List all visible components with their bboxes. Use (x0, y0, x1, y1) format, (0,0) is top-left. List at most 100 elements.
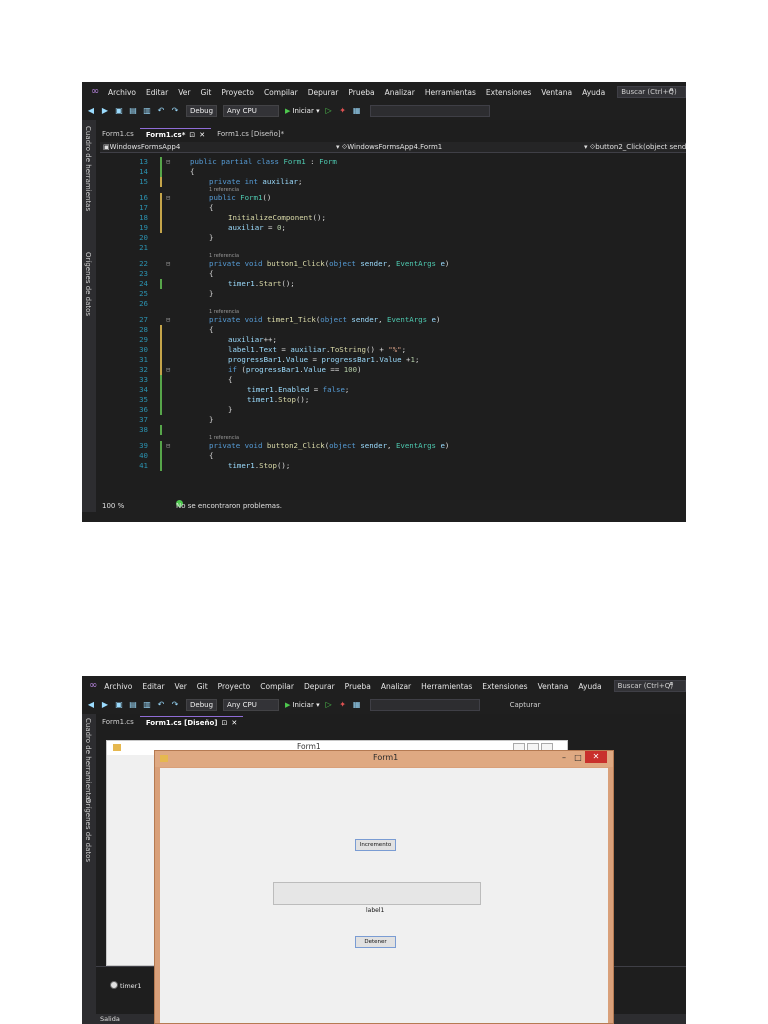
code-line[interactable]: 39 ⊟ private void button2_Click(object sen… (100, 441, 686, 451)
data-sources-tab[interactable]: Orígenes de datos (84, 798, 92, 862)
menu-item-prueba[interactable]: Prueba (345, 682, 371, 691)
running-form-window[interactable]: Form1 – □ ✕ Incremento label1 Detener (154, 750, 614, 1024)
code-line[interactable]: 31 progressBar1.Value = progressBar1.Valu… (100, 355, 686, 365)
capture-button[interactable]: Capturar (510, 701, 541, 709)
tab-form1-cs-modified[interactable]: Form1.cs* ⊡ ✕ (139, 128, 212, 140)
menu-item-extensiones[interactable]: Extensiones (486, 88, 531, 97)
code-line[interactable]: 28 { (100, 325, 686, 335)
platform-select[interactable]: Any CPU (223, 105, 280, 117)
code-line[interactable]: 26 (100, 299, 686, 309)
menu-item-compilar[interactable]: Compilar (264, 88, 298, 97)
forward-icon[interactable]: ▶ (100, 700, 110, 710)
new-project-icon[interactable]: ▣ (114, 106, 124, 116)
code-line[interactable]: 27 ⊟ private void timer1_Tick(object sende… (100, 315, 686, 325)
menu-item-depurar[interactable]: Depurar (304, 682, 335, 691)
menu-item-git[interactable]: Git (200, 88, 211, 97)
menu-item-ventana[interactable]: Ventana (538, 682, 569, 691)
close-button[interactable]: ✕ (585, 751, 607, 763)
start-no-debug-icon[interactable]: ▷ (324, 106, 334, 116)
menu-item-archivo[interactable]: Archivo (108, 88, 136, 97)
start-no-debug-icon[interactable]: ▷ (324, 700, 334, 710)
hot-reload-icon[interactable]: ✦ (338, 700, 348, 710)
tab-form1-cs[interactable]: Form1.cs (96, 716, 140, 728)
tray-item-timer[interactable]: timer1 (110, 981, 142, 990)
start-button[interactable]: ▶ Iniciar ▾ (285, 701, 320, 709)
fold-toggle-icon[interactable]: ⊟ (166, 441, 170, 451)
save-icon[interactable]: ▥ (142, 700, 152, 710)
zoom-level[interactable]: 100 % (102, 500, 124, 512)
menu-item-archivo[interactable]: Archivo (104, 682, 132, 691)
menu-item-proyecto[interactable]: Proyecto (218, 682, 251, 691)
minimize-button[interactable]: – (557, 752, 571, 764)
code-editor[interactable]: 13 ⊟ public partial class Form1 : Form 14 {1… (100, 154, 686, 498)
window-titlebar[interactable]: Form1 – □ ✕ (155, 751, 613, 767)
code-line[interactable]: 19 auxiliar = 0; (100, 223, 686, 233)
tab-form1-design[interactable]: Form1.cs [Diseño] ⊡ ✕ (139, 716, 244, 728)
pin-icon[interactable]: ⊡ (189, 131, 195, 139)
visual-studio-logo-icon[interactable]: ∞ (88, 680, 98, 692)
undo-icon[interactable]: ↶ (156, 700, 166, 710)
code-line[interactable]: 33 { (100, 375, 686, 385)
code-line[interactable]: 34 timer1.Enabled = false; (100, 385, 686, 395)
platform-select[interactable]: Any CPU (223, 699, 280, 711)
config-select[interactable]: Debug (186, 699, 218, 711)
code-line[interactable]: 30 label1.Text = auxiliar.ToString() + "%… (100, 345, 686, 355)
forward-icon[interactable]: ▶ (100, 106, 110, 116)
code-line[interactable]: 36} (100, 405, 686, 415)
code-line[interactable]: 35 timer1.Stop(); (100, 395, 686, 405)
class-dropdown[interactable]: ▾ ⟐ WindowsFormsApp4.Form1 (336, 142, 442, 153)
toolbar-combo[interactable] (369, 105, 490, 117)
config-select[interactable]: Debug (186, 105, 218, 117)
menu-item-ver[interactable]: Ver (178, 88, 190, 97)
menu-item-herramientas[interactable]: Herramientas (421, 682, 472, 691)
menu-item-prueba[interactable]: Prueba (348, 88, 374, 97)
toolbox-tab[interactable]: Cuadro de herramientas (84, 718, 92, 803)
code-line[interactable]: 21 (100, 243, 686, 253)
new-project-icon[interactable]: ▣ (114, 700, 124, 710)
project-dropdown[interactable]: ▣ WindowsFormsApp4 (103, 142, 180, 153)
undo-icon[interactable]: ↶ (156, 106, 166, 116)
menu-item-git[interactable]: Git (197, 682, 208, 691)
menu-item-editar[interactable]: Editar (146, 88, 168, 97)
menu-item-herramientas[interactable]: Herramientas (425, 88, 476, 97)
menu-item-ayuda[interactable]: Ayuda (582, 88, 605, 97)
toolbox-tab[interactable]: Cuadro de herramientas (84, 126, 92, 211)
save-icon[interactable]: ▥ (142, 106, 152, 116)
window-layout-icon[interactable]: ▦ (352, 106, 362, 116)
code-line[interactable]: 24 timer1.Start(); (100, 279, 686, 289)
search-box[interactable]: Buscar (Ctrl+Q) (617, 86, 686, 98)
code-line[interactable]: 16 ⊟ public Form1() (100, 193, 686, 203)
fold-toggle-icon[interactable]: ⊟ (166, 315, 170, 325)
fold-toggle-icon[interactable]: ⊟ (166, 259, 170, 269)
menu-item-compilar[interactable]: Compilar (260, 682, 294, 691)
increment-button[interactable]: Incremento (355, 839, 396, 851)
code-line[interactable]: 14 { (100, 167, 686, 177)
menu-item-analizar[interactable]: Analizar (381, 682, 411, 691)
code-line[interactable]: 37} (100, 415, 686, 425)
code-line[interactable]: 25} (100, 289, 686, 299)
visual-studio-logo-icon[interactable]: ∞ (88, 86, 102, 98)
fold-toggle-icon[interactable]: ⊟ (166, 365, 170, 375)
menu-item-ayuda[interactable]: Ayuda (578, 682, 601, 691)
menu-item-editar[interactable]: Editar (142, 682, 164, 691)
code-line[interactable]: 29 auxiliar++; (100, 335, 686, 345)
code-line[interactable]: 40 { (100, 451, 686, 461)
search-box-2[interactable]: Buscar (Ctrl+Q) (613, 680, 686, 692)
redo-icon[interactable]: ↷ (170, 106, 180, 116)
hot-reload-icon[interactable]: ✦ (338, 106, 348, 116)
code-line[interactable]: 41 timer1.Stop(); (100, 461, 686, 471)
code-line[interactable]: 15 private int auxiliar; (100, 177, 686, 187)
back-icon[interactable]: ◀ (86, 700, 96, 710)
tab-form1-design[interactable]: Form1.cs [Diseño]* (211, 128, 290, 140)
pin-icon[interactable]: ⊡ (221, 719, 227, 727)
redo-icon[interactable]: ↷ (170, 700, 180, 710)
code-line[interactable]: 20} (100, 233, 686, 243)
code-line[interactable]: 18 InitializeComponent(); (100, 213, 686, 223)
member-dropdown[interactable]: ▾ ⟐ button2_Click(object sender (584, 142, 686, 153)
window-layout-icon[interactable]: ▦ (352, 700, 362, 710)
menu-item-ver[interactable]: Ver (175, 682, 187, 691)
code-line[interactable]: 38 (100, 425, 686, 435)
code-line[interactable]: 22 ⊟ private void button1_Click(object sen… (100, 259, 686, 269)
close-icon[interactable]: ✕ (231, 719, 237, 727)
back-icon[interactable]: ◀ (86, 106, 96, 116)
